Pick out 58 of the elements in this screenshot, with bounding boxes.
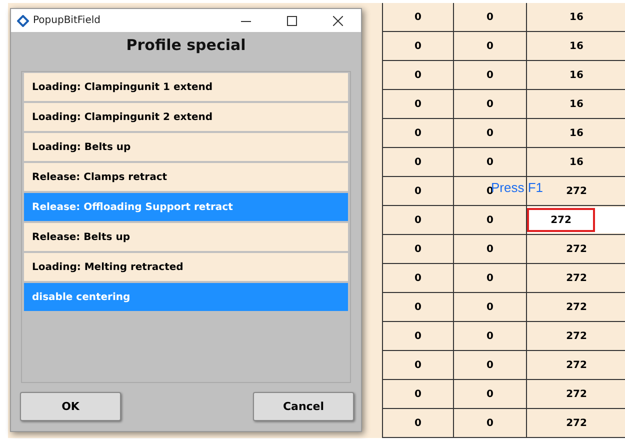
- table-cell: 0: [486, 272, 494, 284]
- table-cell: 0: [414, 70, 422, 80]
- table-cell: 16: [570, 128, 584, 138]
- table-cell: 16: [570, 98, 584, 110]
- table-cell: 0: [486, 98, 494, 110]
- table-cell: 0: [414, 360, 422, 370]
- table-cell: 0: [414, 418, 422, 428]
- table-cell: 16: [570, 12, 584, 22]
- table-cell: 0: [414, 388, 422, 400]
- window-title: PopupBitField: [33, 15, 102, 26]
- table-cell: 0: [414, 98, 422, 110]
- table-cell: 16: [570, 40, 584, 52]
- table-cell: 0: [486, 360, 494, 370]
- dialog-heading: Profile special: [126, 36, 246, 56]
- list-item[interactable]: Release: Belts up: [24, 223, 348, 251]
- table-cell: 0: [486, 302, 494, 312]
- cancel-button[interactable]: Cancel: [253, 392, 354, 421]
- cell-editor[interactable]: 272: [527, 208, 595, 232]
- table-cell: 0: [486, 244, 494, 254]
- table-cell: 272: [566, 272, 587, 284]
- close-icon[interactable]: [333, 16, 343, 26]
- table-cell: 0: [486, 40, 494, 52]
- table-cell: 0: [486, 12, 494, 22]
- list-item[interactable]: Loading: Melting retracted: [24, 253, 348, 281]
- table-cell: 16: [570, 70, 584, 80]
- table-cell: 0: [414, 244, 422, 254]
- table-cell: 0: [486, 128, 494, 138]
- list-item[interactable]: Loading: Clampingunit 2 extend: [24, 103, 348, 131]
- table-cell: 272: [566, 360, 587, 370]
- ok-button[interactable]: OK: [20, 392, 121, 421]
- table-cell: 0: [414, 40, 422, 52]
- table-cell: 272: [566, 388, 587, 400]
- table-cell: 0: [414, 330, 422, 342]
- table-cell: 272: [566, 244, 587, 254]
- list-item[interactable]: Loading: Belts up: [24, 133, 348, 161]
- table-cell: 0: [486, 156, 494, 168]
- table-cell: 0: [414, 302, 422, 312]
- table-cell: 0: [414, 12, 422, 22]
- hint-text: Press F1: [491, 180, 544, 195]
- table-cell: 0: [414, 128, 422, 138]
- table-cell: 0: [486, 418, 494, 428]
- list-item[interactable]: Release: Clamps retract: [24, 163, 348, 191]
- table-cell: 0: [414, 156, 422, 168]
- table-cell: 272: [566, 418, 587, 428]
- table-cell: 0: [414, 186, 422, 196]
- table-cell: 272: [566, 186, 587, 196]
- table-cell: 272: [566, 302, 587, 312]
- maximize-icon[interactable]: [287, 16, 297, 26]
- table-cell: 272: [566, 330, 587, 342]
- list-item[interactable]: Loading: Clampingunit 1 extend: [24, 73, 348, 101]
- table-cell: 0: [414, 272, 422, 284]
- table-cell: 0: [486, 214, 494, 226]
- table-cell: 16: [570, 156, 584, 168]
- table-cell: 0: [486, 70, 494, 80]
- diamond-icon: [17, 14, 29, 26]
- table-cell: 0: [414, 214, 422, 226]
- table-cell: 0: [486, 388, 494, 400]
- table-cell: 0: [486, 330, 494, 342]
